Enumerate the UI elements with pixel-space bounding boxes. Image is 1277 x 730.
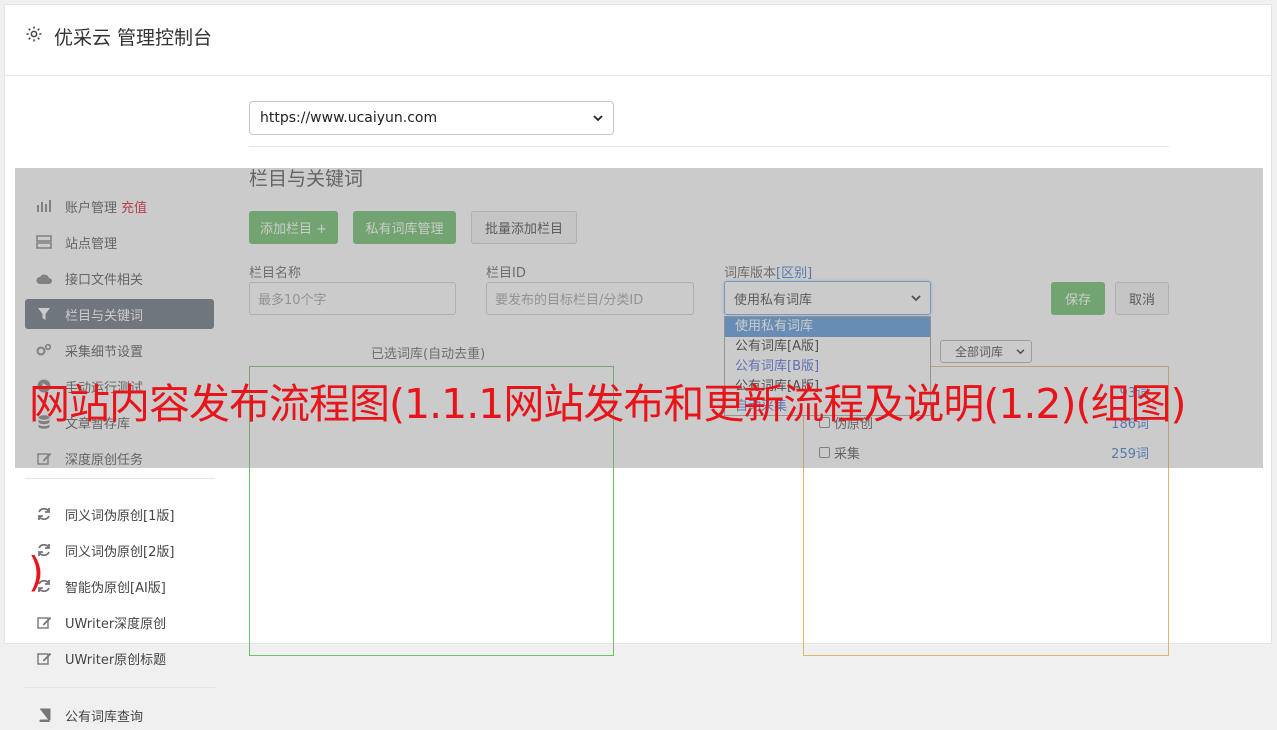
sidebar-item-synonym-v2[interactable]: 同义词伪原创[2版]: [25, 535, 214, 565]
sidebar-item-label: 公有词库查询: [65, 709, 144, 725]
gear-icon: [26, 26, 42, 42]
chevron-down-icon: [593, 114, 603, 121]
sidebar-item-label: 智能伪原创[AI版]: [65, 580, 166, 596]
refresh-icon: [36, 506, 52, 522]
sidebar-item-label: 同义词伪原创[2版]: [65, 544, 175, 560]
sidebar-item-label: UWriter深度原创: [65, 616, 167, 632]
edit-icon: [36, 614, 52, 630]
sidebar-item-uwriter-title[interactable]: UWriter原创标题: [25, 643, 214, 673]
divider: [249, 146, 1169, 147]
edit-icon: [36, 650, 52, 666]
sidebar-item-public-lib[interactable]: 公有词库查询: [25, 700, 214, 730]
sidebar-item-label: UWriter原创标题: [65, 652, 167, 668]
sidebar-item-synonym-v1[interactable]: 同义词伪原创[1版]: [25, 499, 214, 529]
overlay-headline: 网站内容发布流程图(1.1.1网站发布和更新流程及说明(1.2)(组图): [29, 380, 1187, 428]
sidebar-item-label: 同义词伪原创[1版]: [65, 508, 175, 524]
overlay-headline-tail: ): [28, 548, 44, 596]
sidebar-divider: [25, 478, 215, 479]
site-select[interactable]: https://www.ucaiyun.com: [249, 101, 614, 135]
sidebar-item-ai-rewrite[interactable]: 智能伪原创[AI版]: [25, 571, 214, 601]
console-title: 优采云 管理控制台: [54, 27, 213, 49]
sidebar-divider: [25, 687, 215, 688]
book-icon: [36, 707, 52, 723]
sidebar-item-uwriter-deep[interactable]: UWriter深度原创: [25, 607, 214, 637]
site-select-value: https://www.ucaiyun.com: [260, 110, 438, 126]
